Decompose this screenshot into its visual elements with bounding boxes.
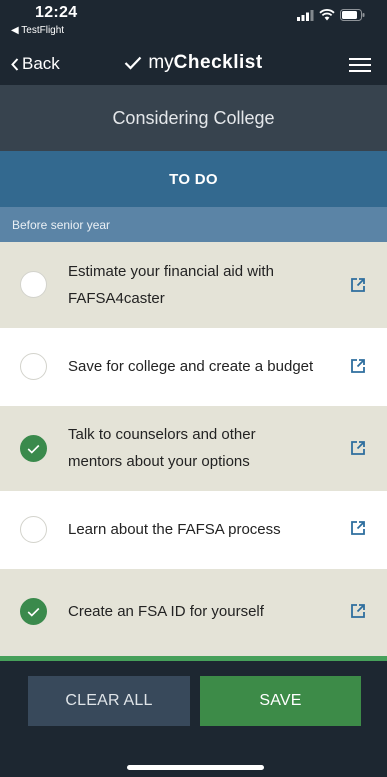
app-brand: myChecklist [0,52,387,74]
external-link-icon[interactable] [350,277,366,293]
nav-bar: Back myChecklist [0,44,387,85]
task-label: Talk to counselors and other mentors abo… [68,426,256,470]
task-row[interactable]: Save for college and create a budget [0,328,387,406]
testflight-back-link[interactable]: ◀ TestFlight [11,25,64,36]
external-link-icon[interactable] [350,520,366,536]
clear-all-button[interactable]: CLEAR ALL [28,676,190,726]
page-title: Considering College [0,85,387,151]
task-label: Create an FSA ID for yourself [68,603,264,620]
status-bar: 12:24 ◀ TestFlight [0,0,387,44]
brand-light: my [148,52,174,73]
task-checkbox-checked[interactable] [20,435,47,462]
task-label: Estimate your financial aid with FAFSA4c… [68,263,274,307]
save-button[interactable]: SAVE [200,676,361,726]
tab-todo[interactable]: TO DO [0,151,387,207]
task-label: Learn about the FAFSA process [68,521,281,538]
task-checkbox[interactable] [20,516,47,543]
brand-bold: Checklist [173,52,263,73]
task-row[interactable]: Learn about the FAFSA process [0,491,387,569]
task-list: Estimate your financial aid with FAFSA4c… [0,242,387,656]
task-row[interactable]: Talk to counselors and other mentors abo… [0,406,387,491]
external-link-icon[interactable] [350,603,366,619]
checkmark-icon [27,607,40,617]
task-label: Save for college and create a budget [68,358,314,375]
footer-toolbar: CLEAR ALL SAVE [0,661,387,777]
task-row[interactable]: Estimate your financial aid with FAFSA4c… [0,242,387,328]
task-checkbox-checked[interactable] [20,598,47,625]
task-row[interactable]: Create an FSA ID for yourself [0,569,387,656]
status-icons [297,9,365,21]
task-checkbox[interactable] [20,353,47,380]
checkmark-icon [27,444,40,454]
signal-icon [297,9,314,21]
hamburger-menu-icon[interactable] [349,58,371,72]
battery-icon [340,9,365,21]
task-checkbox[interactable] [20,271,47,298]
external-link-icon[interactable] [350,358,366,374]
wifi-icon [319,9,335,21]
home-indicator[interactable] [127,765,264,770]
checkmark-icon [125,56,142,70]
section-label: Before senior year [0,207,387,242]
external-link-icon[interactable] [350,440,366,456]
status-time: 12:24 [35,4,78,21]
